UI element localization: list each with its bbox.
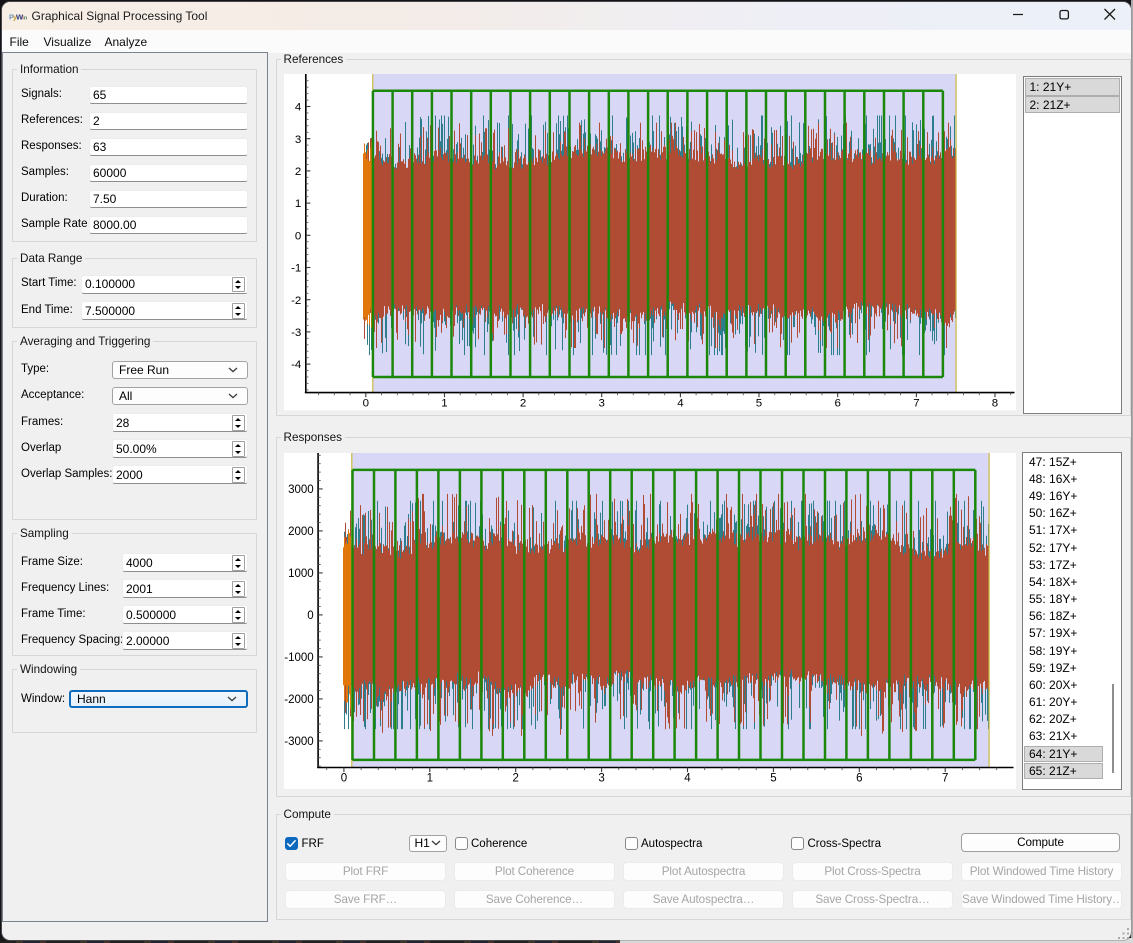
svg-text:3: 3 bbox=[598, 772, 604, 784]
svg-text:-4: -4 bbox=[291, 359, 302, 371]
svg-text:5: 5 bbox=[755, 398, 761, 410]
svg-text:7: 7 bbox=[913, 398, 919, 410]
svg-text:4: 4 bbox=[677, 398, 684, 410]
svg-text:-3: -3 bbox=[291, 327, 301, 339]
svg-text:-1: -1 bbox=[291, 263, 301, 275]
svg-text:0: 0 bbox=[307, 610, 313, 622]
svg-text:1: 1 bbox=[294, 198, 300, 210]
svg-text:6: 6 bbox=[834, 398, 840, 410]
svg-text:0: 0 bbox=[294, 231, 300, 243]
svg-text:0: 0 bbox=[362, 398, 368, 410]
svg-text:2: 2 bbox=[512, 772, 518, 784]
svg-text:4: 4 bbox=[684, 772, 691, 784]
svg-text:1: 1 bbox=[441, 398, 447, 410]
svg-text:0: 0 bbox=[340, 772, 346, 784]
svg-text:-2000: -2000 bbox=[284, 694, 313, 706]
svg-text:2: 2 bbox=[519, 398, 525, 410]
svg-text:2000: 2000 bbox=[288, 526, 314, 538]
svg-text:3000: 3000 bbox=[288, 484, 314, 496]
svg-text:-3000: -3000 bbox=[284, 736, 313, 748]
svg-text:-2: -2 bbox=[291, 295, 301, 307]
svg-text:6: 6 bbox=[856, 772, 862, 784]
svg-text:1000: 1000 bbox=[288, 568, 314, 580]
svg-text:2: 2 bbox=[294, 166, 300, 178]
svg-text:-1000: -1000 bbox=[284, 652, 313, 664]
svg-text:4: 4 bbox=[294, 102, 301, 114]
svg-text:8: 8 bbox=[991, 398, 997, 410]
svg-text:7: 7 bbox=[941, 772, 947, 784]
svg-text:3: 3 bbox=[598, 398, 604, 410]
svg-text:5: 5 bbox=[770, 772, 776, 784]
svg-text:1: 1 bbox=[426, 772, 432, 784]
svg-text:3: 3 bbox=[294, 134, 300, 146]
